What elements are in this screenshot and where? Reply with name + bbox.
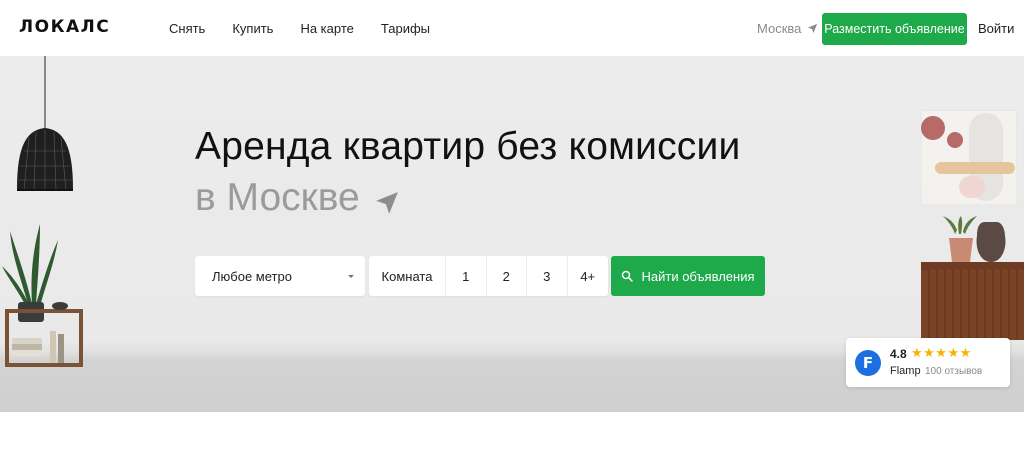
site-logo[interactable]: ЛОКАЛС [19,17,110,37]
plant-shelf-illustration [2,224,83,367]
find-listings-button[interactable]: Найти объявления [611,256,765,296]
hero-city[interactable]: в Москве [195,176,360,220]
star-rating-icon: ★★★★★ [911,345,972,360]
location-arrow-icon[interactable] [374,190,400,216]
pendant-lamp-illustration [17,56,73,191]
city-label: Москва [757,21,802,36]
flamp-rating-badge[interactable]: F 4.8 ★★★★★ Flamp 100 отзывов [846,338,1010,387]
main-nav: Снять Купить На карте Тарифы [169,0,457,56]
hero-title: Аренда квартир без комиссии [195,125,741,168]
metro-label: Любое метро [212,268,292,284]
rooms-selector: Комната 1 2 3 4+ [369,256,608,296]
flamp-logo-icon: F [855,350,881,376]
flamp-rating: 4.8 [890,347,907,361]
find-listings-label: Найти объявления [641,268,755,284]
room-option-studio[interactable]: Комната [369,256,446,296]
flamp-brand: Flamp [890,365,921,377]
wall-art-illustration [921,110,1017,205]
nav-map[interactable]: На карте [300,21,353,36]
nav-pricing[interactable]: Тарифы [381,21,430,36]
room-option-1[interactable]: 1 [446,256,487,296]
location-arrow-icon [808,23,818,34]
site-header: ЛОКАЛС Снять Купить На карте Тарифы Моск… [0,0,1024,56]
nav-rent[interactable]: Снять [169,21,205,36]
flamp-reviews-count: 100 отзывов [925,366,983,377]
search-icon [622,270,634,282]
login-link[interactable]: Войти [978,21,1014,36]
hero-subtitle: в Москве [195,176,400,220]
nav-buy[interactable]: Купить [232,21,273,36]
post-listing-button[interactable]: Разместить объявление [822,13,967,45]
chevron-down-icon [348,275,354,278]
room-option-2[interactable]: 2 [487,256,527,296]
metro-select[interactable]: Любое метро [195,256,365,296]
room-option-4plus[interactable]: 4+ [568,256,609,296]
city-selector[interactable]: Москва [757,21,818,36]
room-option-3[interactable]: 3 [527,256,568,296]
